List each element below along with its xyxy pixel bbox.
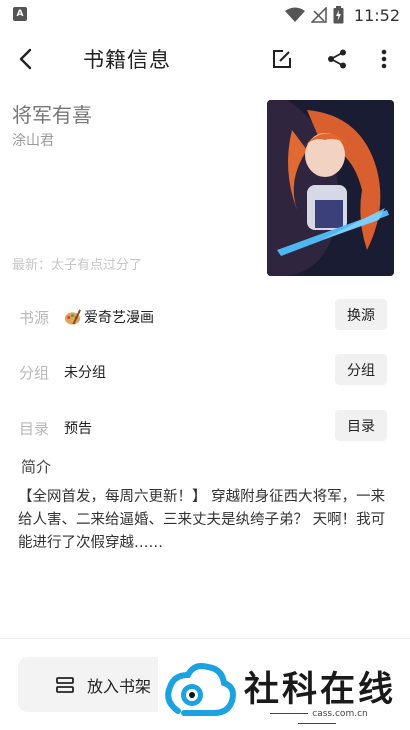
watermark: 社科在线 cass.com.cn bbox=[158, 655, 410, 730]
book-author: 涂山君 bbox=[12, 133, 54, 149]
book-title: 将军有喜 bbox=[12, 103, 92, 127]
change-source-button[interactable]: 换源 bbox=[335, 299, 387, 330]
source-name: 爱奇艺漫画 bbox=[84, 310, 154, 326]
palette-icon bbox=[64, 309, 81, 325]
watermark-text: 社科在线 bbox=[244, 669, 397, 710]
intro-label: 简介 bbox=[21, 458, 52, 476]
watermark-sub: cass.com.cn bbox=[244, 709, 390, 729]
bottom-divider bbox=[0, 638, 410, 639]
back-arrow-icon bbox=[19, 48, 32, 70]
share-icon bbox=[328, 49, 346, 69]
source-label: 书源 bbox=[19, 309, 50, 327]
toc-value: 预告 bbox=[64, 421, 92, 437]
source-value: 爱奇艺漫画 bbox=[64, 307, 154, 327]
bookshelf-icon bbox=[56, 676, 74, 693]
add-to-shelf-label: 放入书架 bbox=[87, 676, 152, 696]
group-row: 分组 未分组 分组 bbox=[0, 354, 410, 390]
group-label: 分组 bbox=[19, 364, 50, 382]
group-value: 未分组 bbox=[64, 365, 106, 381]
share-button[interactable] bbox=[322, 44, 352, 74]
toc-button[interactable]: 目录 bbox=[335, 410, 387, 441]
no-signal-icon bbox=[310, 7, 327, 23]
wifi-icon bbox=[284, 7, 305, 22]
status-icons: 11:52 bbox=[284, 5, 400, 25]
edit-button[interactable] bbox=[267, 44, 297, 74]
back-button[interactable] bbox=[10, 44, 40, 74]
source-row: 书源 爱奇艺漫画 换源 bbox=[0, 299, 410, 335]
notification-app-icon: A bbox=[13, 7, 27, 21]
page-title: 书籍信息 bbox=[83, 48, 171, 72]
more-vert-icon bbox=[381, 49, 387, 69]
battery-charging-icon bbox=[333, 6, 344, 24]
toc-label: 目录 bbox=[19, 420, 50, 438]
status-time: 11:52 bbox=[353, 5, 400, 25]
edit-icon bbox=[273, 50, 291, 68]
cover-illustration bbox=[267, 100, 394, 276]
toc-row: 目录 预告 目录 bbox=[0, 410, 410, 446]
more-button[interactable] bbox=[369, 44, 399, 74]
latest-chapter: 最新：太子有点过分了 bbox=[12, 258, 143, 273]
book-cover[interactable] bbox=[267, 100, 394, 276]
intro-text: 【全网首发，每周六更新！】 穿越附身征西大将军，一来给人害、二来给逼婚、三来丈夫… bbox=[18, 489, 386, 551]
status-bar: A 11:52 bbox=[0, 0, 410, 30]
toolbar: 书籍信息 bbox=[0, 30, 410, 88]
group-button[interactable]: 分组 bbox=[335, 354, 387, 385]
watermark-logo-icon bbox=[165, 663, 236, 716]
